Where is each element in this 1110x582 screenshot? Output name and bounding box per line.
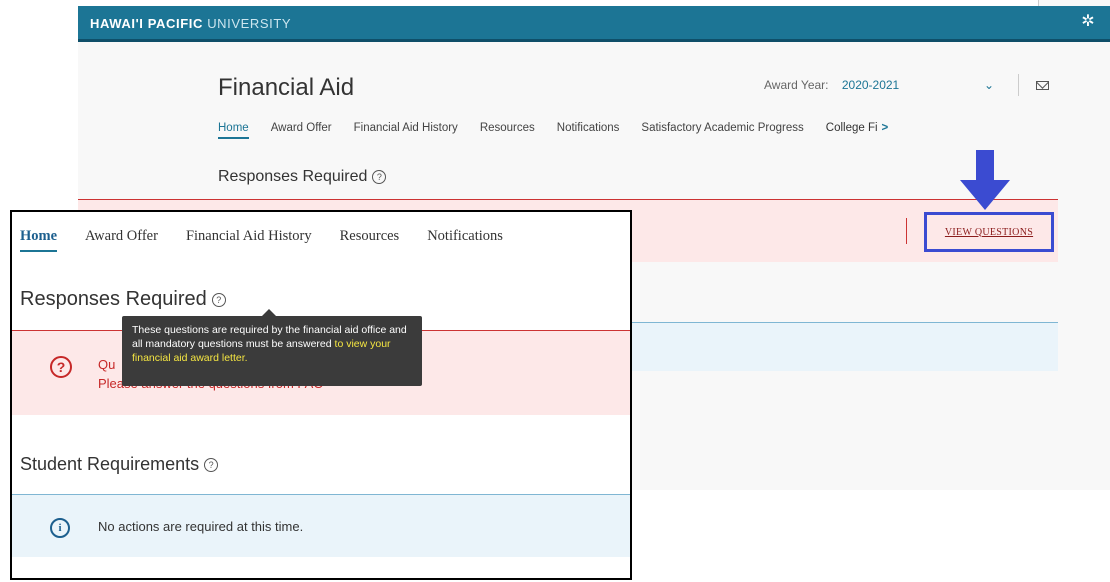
view-questions-button[interactable]: VIEW QUESTIONS [924,212,1054,252]
student-requirements-label: Student Requirements [20,454,200,474]
tab-home[interactable]: Home [20,228,58,252]
inset-tabs: Home Award Offer Financial Aid History Reso… [20,228,531,252]
tab-notifications[interactable]: Notifications [557,122,620,137]
responses-required-label: Responses Required [218,168,368,185]
alert-divider [906,218,907,244]
help-icon[interactable]: ? [372,169,387,184]
help-icon[interactable]: ? [204,458,219,473]
gear-icon[interactable]: ✲ [1080,14,1096,30]
tab-notifications[interactable]: Notifications [427,228,503,250]
tab-home[interactable]: Home [218,122,249,139]
award-year-label: Award Year: [764,78,829,92]
tab-college-financing[interactable]: College Fi [826,122,878,137]
help-tooltip: These questions are required by the fina… [122,309,422,386]
tab-financial-aid-history[interactable]: Financial Aid History [186,228,312,250]
alert-title-start: Qu [98,357,116,372]
award-year: Award Year: 2020-2021 [764,78,899,92]
tab-resources[interactable]: Resources [340,228,400,250]
page-title: Financial Aid [218,74,355,101]
help-icon[interactable]: ? [211,292,226,307]
chevron-down-icon[interactable]: ⌄ [984,78,994,92]
alert-title: Que [98,357,333,372]
tab-satisfactory-academic-progress[interactable]: Satisfactory Academic Progress [641,122,803,137]
tab-award-offer[interactable]: Award Offer [85,228,158,250]
brand-bold: HAWAI'I PACIFIC [90,16,203,31]
info-icon: i [50,518,70,538]
tab-award-offer[interactable]: Award Offer [271,122,332,137]
tab-financial-aid-history[interactable]: Financial Aid History [354,122,458,137]
header-divider [1018,74,1019,96]
arrow-down-icon [960,150,1010,210]
chevron-right-icon[interactable]: > [882,122,889,134]
award-year-value[interactable]: 2020-2021 [842,78,899,92]
main-tabs: Home Award Offer Financial Aid History Reso… [218,122,888,139]
brand-logo[interactable]: HAWAI'I PACIFIC UNIVERSITY [90,16,291,31]
mail-icon[interactable] [1036,81,1049,90]
student-requirements-heading: Student Requirements? [20,454,219,475]
responses-required-label: Responses Required [20,288,207,310]
question-icon: ? [50,356,72,378]
top-bar: HAWAI'I PACIFIC UNIVERSITY ✲ [78,6,1110,42]
tab-resources[interactable]: Resources [480,122,535,137]
zoomed-inset: Home Award Offer Financial Aid History Reso… [10,210,632,580]
no-actions-message: No actions are required at this time. [98,519,304,534]
responses-required-heading: Responses Required? [218,168,387,186]
brand-light: UNIVERSITY [207,16,292,31]
responses-required-heading: Responses Required? [20,288,226,311]
